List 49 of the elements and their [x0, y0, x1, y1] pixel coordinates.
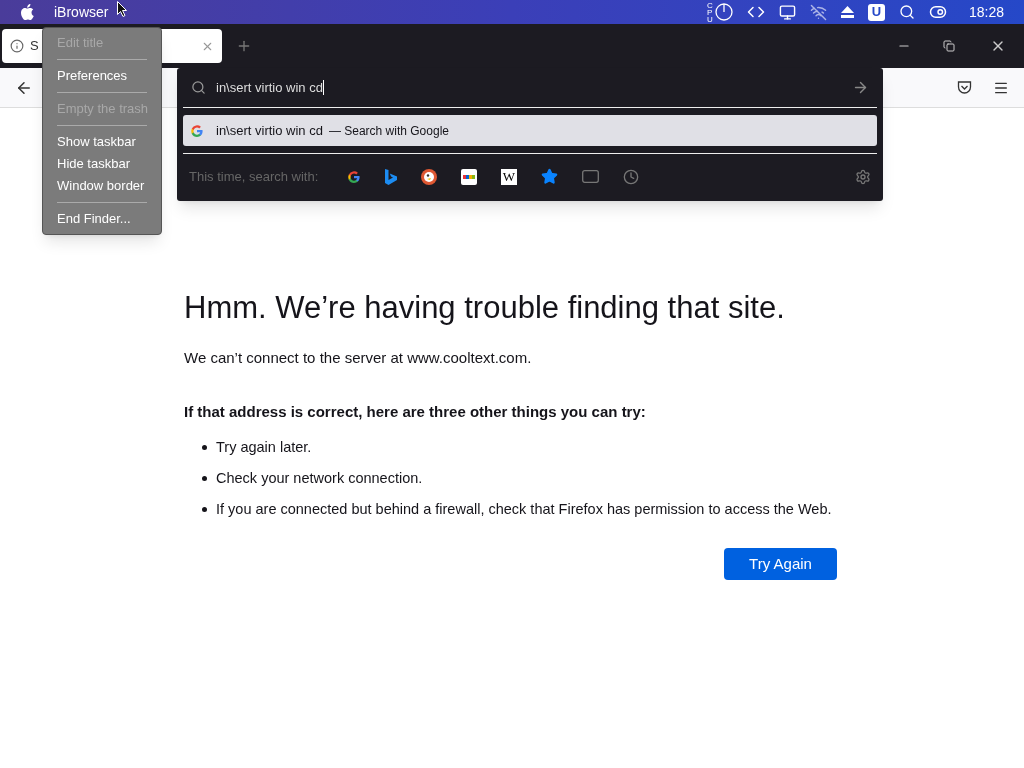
tabs-icon[interactable]	[582, 170, 599, 183]
one-off-label: This time, search with:	[189, 167, 320, 186]
tab-title: S	[30, 37, 39, 56]
bing-icon[interactable]	[385, 168, 397, 185]
tip-text: Try again later.	[216, 438, 312, 457]
settings-icon[interactable]	[855, 168, 871, 185]
menu-item[interactable]: Preferences	[57, 65, 147, 87]
bullet-icon	[202, 506, 207, 512]
restore-icon[interactable]	[943, 40, 955, 52]
error-message: We can’t connect to the server at www.cooltext.com.	[184, 348, 533, 368]
suggestion-query: in\sert virtio win cd	[216, 121, 323, 140]
menu-item[interactable]: Show taskbar	[57, 131, 147, 153]
error-title: Hmm. We’re having trouble finding that site.	[184, 289, 786, 327]
search-icon	[191, 80, 206, 95]
wikipedia-icon[interactable]: W	[501, 168, 517, 185]
google-engine-icon	[347, 169, 361, 184]
menu-item[interactable]: End Finder...	[57, 208, 147, 230]
monitor-icon[interactable]	[778, 3, 796, 21]
ebay-icon[interactable]	[461, 168, 477, 185]
app-menu-title[interactable]: iBrowser	[54, 1, 109, 23]
search-icon[interactable]	[898, 4, 915, 20]
tip-text: Check your network connection.	[216, 468, 423, 488]
try-again-button[interactable]: Try Again	[724, 548, 837, 581]
clock: 18:28	[968, 2, 1004, 22]
google-icon	[190, 123, 204, 138]
menu-item[interactable]: Hide taskbar	[57, 153, 147, 175]
bullet-icon	[202, 445, 207, 451]
cpu-label: CPU	[706, 1, 713, 23]
cpu-gauge-icon[interactable]	[714, 3, 733, 21]
apple-icon[interactable]	[20, 4, 34, 20]
pocket-icon[interactable]	[957, 80, 972, 95]
url-input[interactable]: in\sert virtio win cd	[216, 77, 842, 98]
info-icon	[10, 39, 24, 53]
search-suggestion[interactable]: in\sert virtio win cd — Search with Google	[183, 115, 877, 146]
suggestion-action: — Search with Google	[328, 122, 449, 140]
go-arrow-icon[interactable]	[852, 79, 869, 96]
user-badge[interactable]: U	[867, 3, 885, 21]
mouse-pointer-icon	[117, 1, 127, 17]
new-tab-icon[interactable]	[236, 38, 252, 54]
tip-text: If you are connected but behind a firewall, check that Firefox has permission to access the Web.	[216, 499, 832, 519]
error-subtitle: If that address is correct, here are three other things you can try:	[184, 401, 647, 422]
menu-item[interactable]: Window border	[57, 175, 147, 197]
eject-icon[interactable]	[840, 6, 854, 18]
bookmarks-star-icon[interactable]	[541, 168, 558, 185]
wifi-off-icon[interactable]	[809, 3, 827, 21]
history-icon[interactable]	[623, 168, 639, 185]
bullet-icon	[202, 476, 207, 482]
control-center-icon[interactable]	[928, 3, 947, 21]
duck-icon[interactable]	[421, 168, 437, 185]
